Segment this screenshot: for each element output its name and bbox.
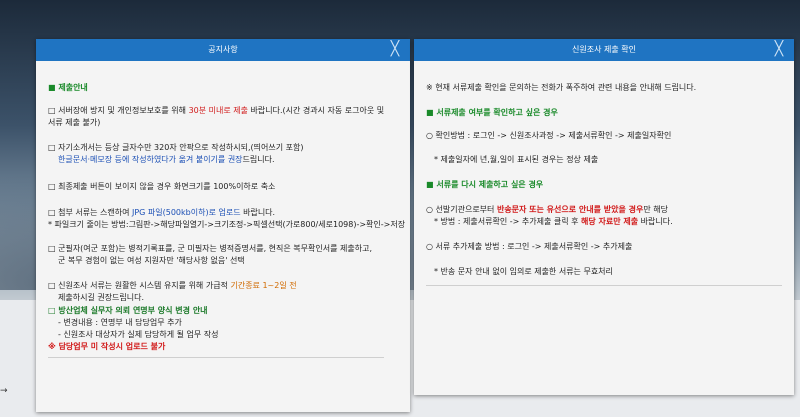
notice-item-timeout-cont: 서류 제출 불가) <box>48 118 101 127</box>
notice-item-military: □ 군필자(여군 포함)는 병적기록표를, 군 미필자는 병적증명서를, 현직은… <box>48 244 372 253</box>
cert-section-check: ■ 서류제출 여부를 확인하고 싶은 경우 <box>426 108 558 117</box>
close-icon[interactable]: ╳ <box>772 41 786 57</box>
notice-item-schedule: □ 신원조사 서류는 원활한 시스템 유지를 위해 가급적 기간종료 1~2일 … <box>48 281 297 290</box>
cert-invalid-note: * 반송 문자 안내 없이 임의로 제출한 서류는 무효처리 <box>434 267 613 276</box>
cert-titlebar: 신원조사 제출 확인 ╳ <box>414 39 794 61</box>
notice-item-attachment-tip: * 파일크기 줄이는 방법:그림판->해당파일열기->크기조정->픽셀선택(가로… <box>48 220 406 229</box>
cert-resubmit-method: * 방법 : 제출서류확인 -> 추가제출 클릭 후 해당 자료만 제출 바랍니… <box>434 217 673 226</box>
notice-item-roster: □ 방산업체 실무자 의뢰 연명부 양식 변경 안내 <box>48 306 208 315</box>
notice-heading: ■ 제출안내 <box>48 83 88 92</box>
notice-title: 공지사항 <box>208 45 238 54</box>
back-arrow-icon[interactable]: → <box>0 386 8 396</box>
close-icon[interactable]: ╳ <box>388 41 402 57</box>
cert-section-resubmit: ■ 서류를 다시 제출하고 싶은 경우 <box>426 180 544 189</box>
notice-popup: 공지사항 ╳ ■ 제출안내 □ 서버장애 방지 및 개인정보보호를 위해 30분… <box>36 39 410 412</box>
cert-title: 신원조사 제출 확인 <box>572 45 636 54</box>
notice-item-attachment: □ 첨부 서류는 스캔하여 JPG 파일(500kb이하)로 업로드 바랍니다. <box>48 208 276 217</box>
cert-intro: ※ 현재 서류제출 확인을 문의하는 전화가 폭주하여 관련 내용을 안내해 드… <box>426 83 697 92</box>
notice-item-essay-cont: 한글문서·메모장 등에 작성하였다가 옮겨 붙이기를 권장드립니다. <box>58 155 275 164</box>
cert-check-path: ○ 확인방법 : 로그인 -> 신원조사과정 -> 제출서류확인 -> 제출일자… <box>426 131 672 140</box>
cert-additional-path: ○ 서류 추가제출 방법 : 로그인 -> 제출서류확인 -> 추가제출 <box>426 242 633 251</box>
cert-popup: 신원조사 제출 확인 ╳ ※ 현재 서류제출 확인을 문의하는 전화가 폭주하여… <box>414 39 794 395</box>
notice-item-timeout: □ 서버장애 방지 및 개인정보보호를 위해 30분 미내로 제출 바랍니다.(… <box>48 106 385 115</box>
notice-item-roster-warning: ※ 담당업무 미 작성시 업로드 불가 <box>48 342 166 351</box>
notice-body: ■ 제출안내 □ 서버장애 방지 및 개인정보보호를 위해 30분 미내로 제출… <box>36 61 410 412</box>
notice-divider <box>48 357 384 358</box>
cert-divider <box>426 285 782 286</box>
cert-check-note: * 제출일자에 년,월,일이 표시된 경우는 정상 제출 <box>434 155 599 164</box>
notice-item-roster-duty: - 신원조사 대상자가 실제 담당하게 될 업무 작성 <box>58 330 219 339</box>
notice-item-schedule-cont: 제출하시길 권장드립니다. <box>58 293 145 302</box>
notice-titlebar: 공지사항 ╳ <box>36 39 410 61</box>
cert-resubmit-condition: ○ 선발기관으로부터 반송문자 또는 유선으로 안내를 받았을 경우만 해당 <box>426 205 668 214</box>
notice-item-military-cont: 군 복무 경험이 없는 여성 지원자만 '해당사항 없음' 선택 <box>58 256 245 265</box>
notice-item-zoom: □ 최종제출 버튼이 보이지 않을 경우 화면크기를 100%이하로 축소 <box>48 182 276 191</box>
cert-body: ※ 현재 서류제출 확인을 문의하는 전화가 폭주하여 관련 내용을 안내해 드… <box>414 61 794 395</box>
notice-item-roster-change: - 변경내용 : 연명부 내 담당업무 추가 <box>58 318 182 327</box>
notice-item-essay: □ 자기소개서는 등상 글자수만 320자 안팍으로 작성하시되,(띄어쓰기 포… <box>48 143 304 152</box>
